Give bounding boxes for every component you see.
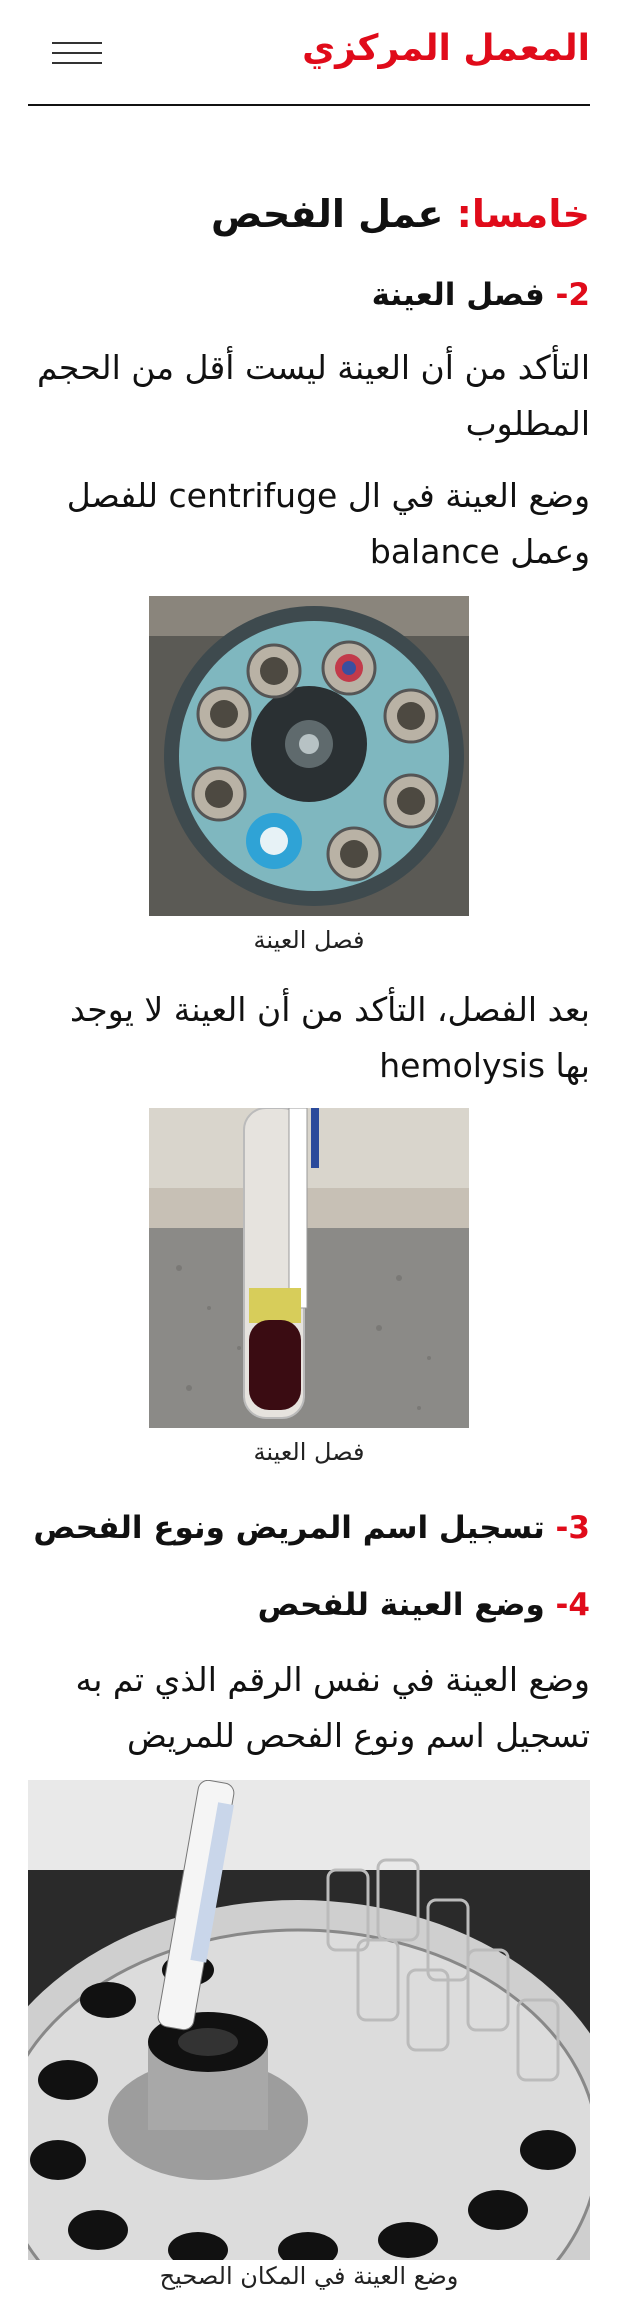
step-2-after-text: بعد الفصل، التأكد من أن العينة لا يوجد ب… bbox=[69, 990, 590, 1085]
figure-caption: وضع العينة في المكان الصحيح bbox=[159, 2262, 459, 2290]
step-number: 2- bbox=[555, 277, 590, 313]
step-2-heading: 2- فصل العينة bbox=[28, 274, 590, 316]
header-divider bbox=[28, 104, 590, 106]
site-brand[interactable]: المعمل المركزي bbox=[302, 28, 590, 69]
section-title-prefix: خامسا: bbox=[456, 192, 590, 236]
centrifuge-photo bbox=[149, 596, 469, 916]
step-number: 4- bbox=[555, 1587, 590, 1623]
step-number: 3- bbox=[555, 1510, 590, 1546]
step-title: وضع العينة للفحص bbox=[257, 1587, 556, 1623]
menu-bar bbox=[52, 62, 102, 64]
step-2-paragraph-1: التأكد من أن العينة ليست أقل من الحجم ال… bbox=[36, 348, 590, 443]
analyzer-photo bbox=[28, 1780, 590, 2260]
step-title: تسجيل اسم المريض ونوع الفحص bbox=[33, 1510, 556, 1546]
step-3-heading: 3- تسجيل اسم المريض ونوع الفحص bbox=[28, 1507, 590, 1549]
figure-caption: فصل العينة bbox=[253, 926, 365, 954]
menu-bar bbox=[52, 52, 102, 54]
hamburger-menu-icon[interactable] bbox=[52, 40, 102, 68]
step-4-heading: 4- وضع العينة للفحص bbox=[28, 1584, 590, 1626]
section-title: خامسا: عمل الفحص bbox=[28, 190, 590, 238]
step-title: فصل العينة bbox=[371, 277, 556, 313]
step-2-paragraph-2: وضع العينة في ال centrifuge للفصل وعمل b… bbox=[66, 476, 590, 571]
section-title-rest: عمل الفحص bbox=[210, 192, 457, 236]
centrifuge-illustration bbox=[149, 596, 469, 916]
separated-sample-photo bbox=[149, 1108, 469, 1428]
site-header: المعمل المركزي bbox=[0, 0, 618, 108]
tube-illustration bbox=[149, 1108, 469, 1428]
menu-bar bbox=[52, 42, 102, 44]
step-4-paragraph: وضع العينة في نفس الرقم الذي تم به تسجيل… bbox=[75, 1660, 591, 1755]
figure-caption: فصل العينة bbox=[253, 1438, 365, 1466]
analyzer-illustration bbox=[28, 1780, 590, 2260]
